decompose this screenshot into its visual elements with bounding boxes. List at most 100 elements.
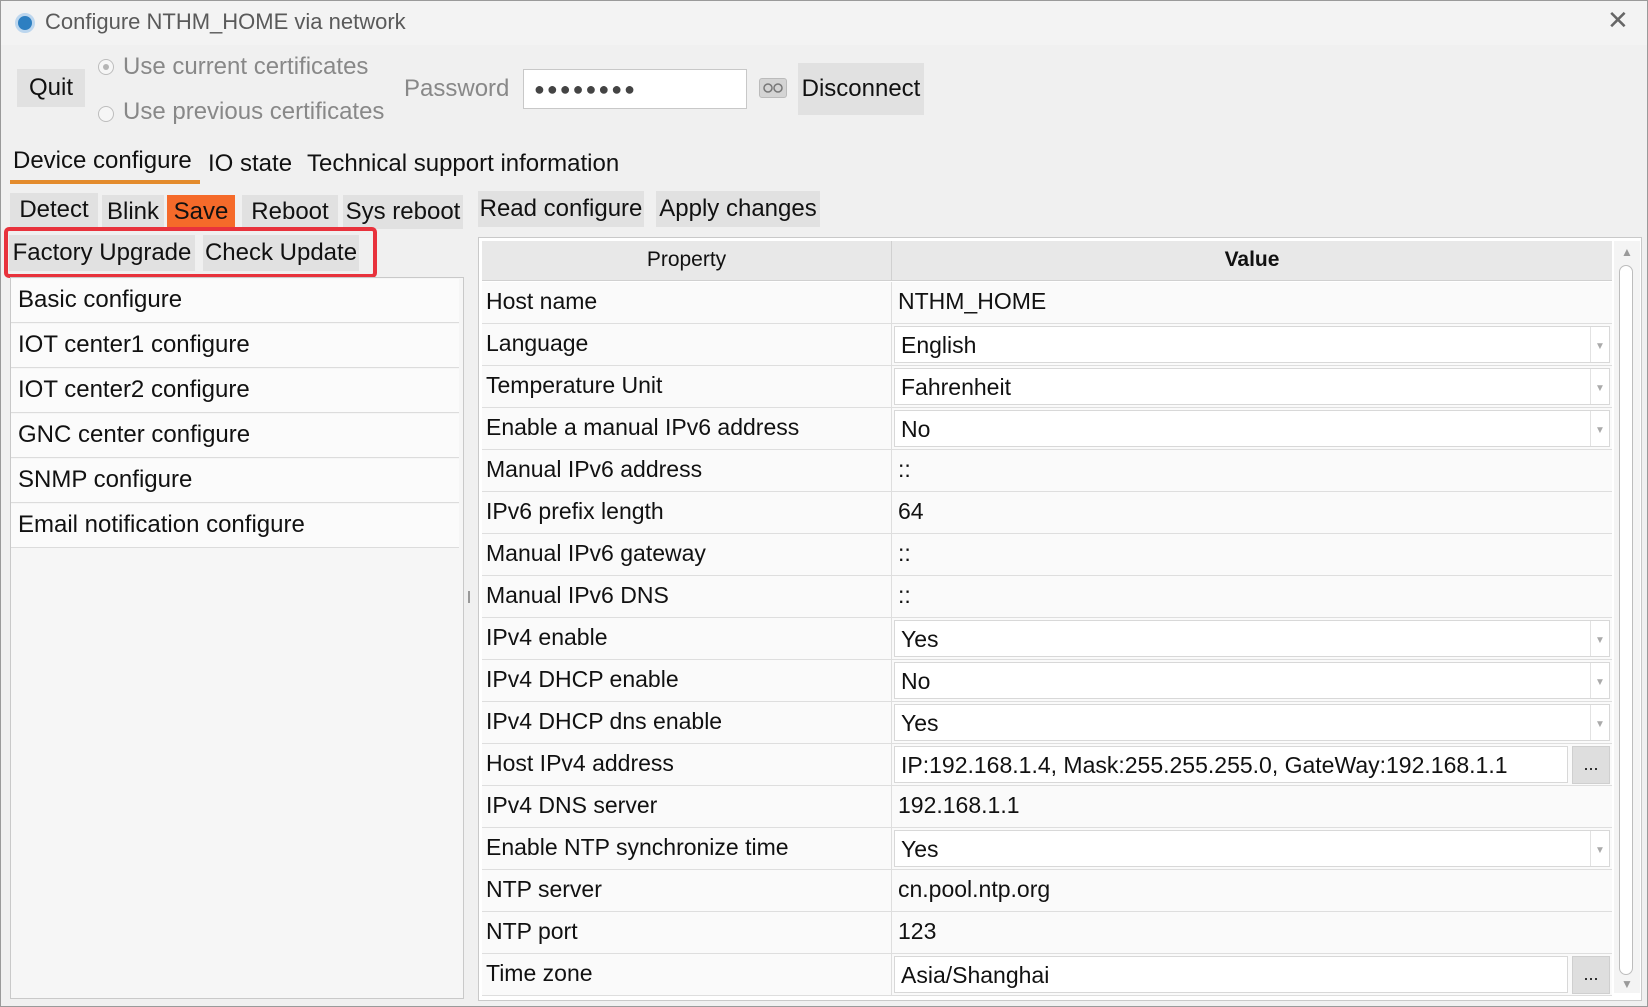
list-item-gnc-center[interactable]: GNC center configure <box>11 414 459 458</box>
panel-splitter[interactable] <box>468 591 470 603</box>
value-cell[interactable]: No ▼ <box>892 660 1612 702</box>
password-label: Password <box>404 75 510 102</box>
list-item-iot-center2[interactable]: IOT center2 configure <box>11 369 459 413</box>
eye-icon[interactable] <box>759 78 787 98</box>
reboot-button[interactable]: Reboot <box>242 195 338 229</box>
chevron-down-icon[interactable]: ▼ <box>1590 621 1609 656</box>
tab-technical-support[interactable]: Technical support information <box>307 150 619 178</box>
chevron-down-icon[interactable]: ▼ <box>1590 411 1609 446</box>
read-configure-button[interactable]: Read configure <box>478 191 644 227</box>
value-text: cn.pool.ntp.org <box>898 876 1051 902</box>
value-dropdown[interactable]: Yes ▼ <box>894 620 1610 657</box>
chevron-down-icon[interactable]: ▼ <box>1590 663 1609 698</box>
property-cell[interactable]: Temperature Unit <box>482 366 892 408</box>
tab-io-state[interactable]: IO state <box>208 150 292 178</box>
value-dropdown[interactable]: Fahrenheit ▼ <box>894 368 1610 405</box>
value-cell[interactable]: 123 <box>892 912 1612 954</box>
value-dropdown[interactable]: Yes ▼ <box>894 830 1610 867</box>
column-header-value[interactable]: Value <box>892 241 1612 281</box>
use-previous-certificates-radio[interactable] <box>98 106 114 122</box>
value-dropdown[interactable]: No ▼ <box>894 410 1610 447</box>
value-cell[interactable]: English ▼ <box>892 324 1612 366</box>
property-cell[interactable]: Enable a manual IPv6 address <box>482 408 892 450</box>
value-cell[interactable]: Asia/Shanghai... <box>892 954 1612 996</box>
detect-button[interactable]: Detect <box>10 193 98 227</box>
value-edit-box[interactable]: Asia/Shanghai <box>894 956 1568 993</box>
chevron-down-icon[interactable]: ▼ <box>1590 705 1609 740</box>
value-cell[interactable]: IP:192.168.1.4, Mask:255.255.255.0, Gate… <box>892 744 1612 786</box>
dropdown-value: Yes <box>901 710 939 736</box>
property-cell[interactable]: Manual IPv6 address <box>482 450 892 492</box>
apply-changes-button[interactable]: Apply changes <box>656 191 820 227</box>
highlight-box <box>4 227 377 278</box>
value-cell[interactable]: :: <box>892 450 1612 492</box>
scrollbar-thumb[interactable] <box>1619 265 1633 975</box>
property-cell[interactable]: Enable NTP synchronize time <box>482 828 892 870</box>
use-previous-certificates-label[interactable]: Use previous certificates <box>123 98 384 126</box>
chevron-down-icon[interactable]: ▼ <box>1590 369 1609 404</box>
value-text: NTHM_HOME <box>898 288 1047 314</box>
list-item-iot-center1[interactable]: IOT center1 configure <box>11 324 459 368</box>
save-button[interactable]: Save <box>167 195 235 229</box>
property-cell[interactable]: Manual IPv6 DNS <box>482 576 892 618</box>
value-text: 64 <box>898 498 924 524</box>
quit-button[interactable]: Quit <box>17 69 85 107</box>
close-icon[interactable]: ✕ <box>1607 5 1629 36</box>
scroll-down-icon[interactable]: ▼ <box>1617 977 1637 991</box>
property-cell[interactable]: IPv4 DNS server <box>482 786 892 828</box>
value-cell[interactable]: Yes ▼ <box>892 828 1612 870</box>
edit-value: Asia/Shanghai <box>901 962 1050 988</box>
property-cell[interactable]: NTP server <box>482 870 892 912</box>
password-field[interactable]: ●●●●●●●● <box>523 69 747 109</box>
disconnect-button[interactable]: Disconnect <box>798 63 924 115</box>
config-window: Configure NTHM_HOME via network ✕ Quit U… <box>0 0 1648 1007</box>
property-cell[interactable]: Host name <box>482 282 892 324</box>
tab-device-configure[interactable]: Device configure <box>13 147 192 175</box>
ellipsis-button[interactable]: ... <box>1572 746 1610 784</box>
chevron-down-icon[interactable]: ▼ <box>1590 327 1609 362</box>
value-dropdown[interactable]: English ▼ <box>894 326 1610 363</box>
property-cell[interactable]: NTP port <box>482 912 892 954</box>
value-cell[interactable]: cn.pool.ntp.org <box>892 870 1612 912</box>
blink-button[interactable]: Blink <box>102 195 164 229</box>
value-cell[interactable]: Fahrenheit ▼ <box>892 366 1612 408</box>
value-cell[interactable]: :: <box>892 534 1612 576</box>
scroll-up-icon[interactable]: ▲ <box>1617 245 1637 259</box>
property-cell[interactable]: IPv4 DHCP enable <box>482 660 892 702</box>
value-dropdown[interactable]: Yes ▼ <box>894 704 1610 741</box>
value-edit-box[interactable]: IP:192.168.1.4, Mask:255.255.255.0, Gate… <box>894 746 1568 783</box>
list-item-email-notification[interactable]: Email notification configure <box>11 504 459 548</box>
dropdown-value: Yes <box>901 836 939 862</box>
value-text: 192.168.1.1 <box>898 792 1020 818</box>
use-current-certificates-radio[interactable] <box>98 59 114 75</box>
use-current-certificates-label[interactable]: Use current certificates <box>123 53 368 81</box>
value-text: 123 <box>898 918 937 944</box>
list-item-snmp[interactable]: SNMP configure <box>11 459 459 503</box>
value-cell[interactable]: Yes ▼ <box>892 702 1612 744</box>
active-tab-indicator <box>10 180 200 184</box>
ellipsis-button[interactable]: ... <box>1572 956 1610 994</box>
gear-circle-icon <box>15 13 35 33</box>
property-cell[interactable]: Language <box>482 324 892 366</box>
edit-value: IP:192.168.1.4, Mask:255.255.255.0, Gate… <box>901 752 1508 778</box>
property-cell[interactable]: IPv4 DHCP dns enable <box>482 702 892 744</box>
value-cell[interactable]: 192.168.1.1 <box>892 786 1612 828</box>
property-cell[interactable]: Time zone <box>482 954 892 996</box>
value-cell[interactable]: No ▼ <box>892 408 1612 450</box>
value-text: :: <box>898 540 911 566</box>
value-cell[interactable]: 64 <box>892 492 1612 534</box>
property-cell[interactable]: IPv6 prefix length <box>482 492 892 534</box>
sys-reboot-button[interactable]: Sys reboot <box>343 195 463 229</box>
property-cell[interactable]: Manual IPv6 gateway <box>482 534 892 576</box>
chevron-down-icon[interactable]: ▼ <box>1590 831 1609 866</box>
property-cell[interactable]: IPv4 enable <box>482 618 892 660</box>
value-cell[interactable]: :: <box>892 576 1612 618</box>
dropdown-value: English <box>901 332 977 358</box>
value-cell[interactable]: NTHM_HOME <box>892 282 1612 324</box>
property-cell[interactable]: Host IPv4 address <box>482 744 892 786</box>
list-item-basic-configure[interactable]: Basic configure <box>11 279 459 323</box>
value-dropdown[interactable]: No ▼ <box>894 662 1610 699</box>
column-header-property[interactable]: Property <box>482 241 892 281</box>
dropdown-value: No <box>901 668 931 694</box>
value-cell[interactable]: Yes ▼ <box>892 618 1612 660</box>
